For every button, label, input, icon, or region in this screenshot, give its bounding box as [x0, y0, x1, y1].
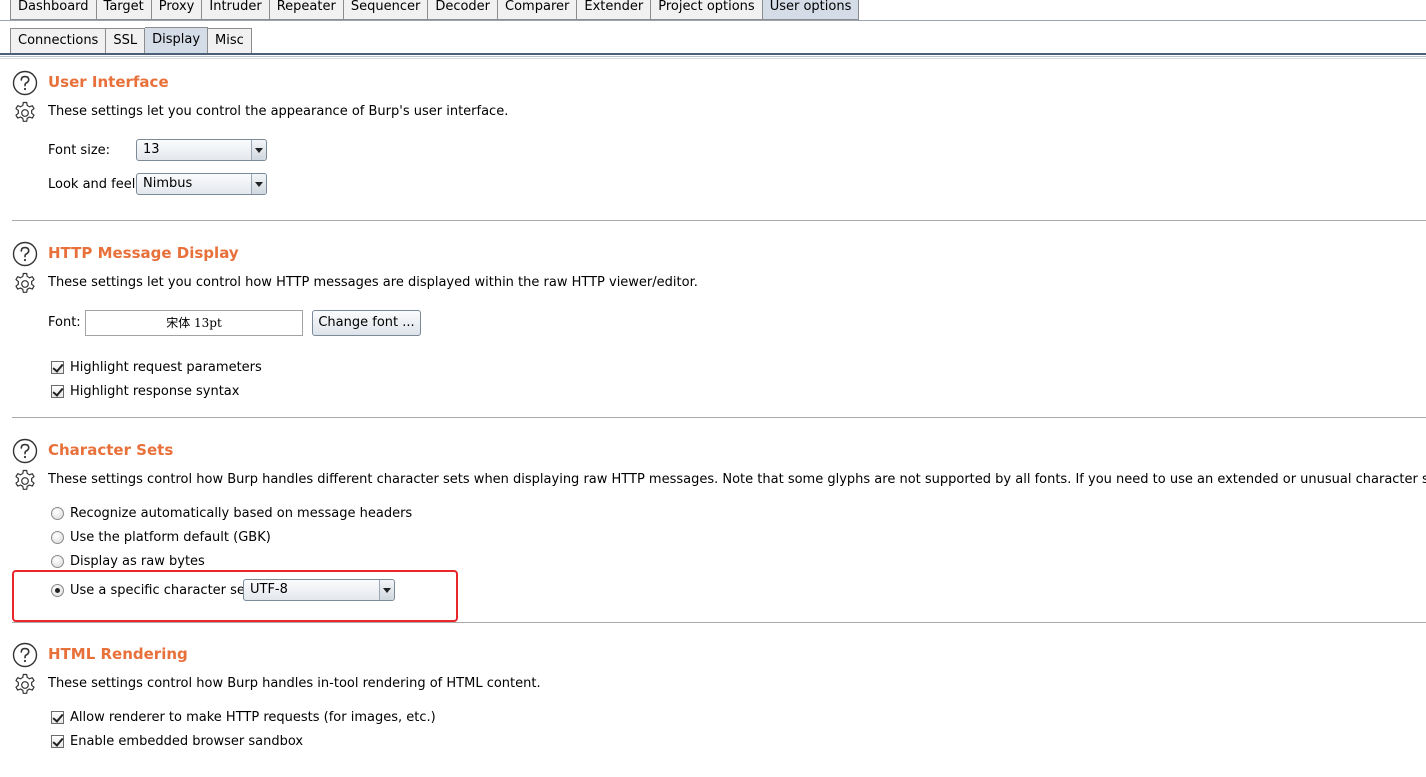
sub-tab-divider-light — [0, 56, 1426, 57]
character-sets-description: These settings control how Burp handles … — [48, 472, 1426, 487]
look-and-feel-value: Nimbus — [143, 176, 193, 191]
font-size-value: 13 — [143, 142, 160, 157]
user-interface-description: These settings let you control the appea… — [48, 104, 509, 119]
charset-raw-bytes-label[interactable]: Display as raw bytes — [70, 554, 205, 569]
browser-sandbox-checkbox[interactable] — [51, 735, 64, 748]
tab-target[interactable]: Target — [96, 0, 152, 20]
charset-raw-bytes-radio[interactable] — [51, 555, 64, 568]
http-message-display-title: HTTP Message Display — [48, 244, 239, 262]
display-settings-panel: User Interface These settings let you co… — [0, 59, 1426, 777]
tab-sequencer[interactable]: Sequencer — [343, 0, 429, 20]
charset-platform-default-label[interactable]: Use the platform default (GBK) — [70, 530, 271, 545]
charset-auto-label[interactable]: Recognize automatically based on message… — [70, 506, 412, 521]
tab-user-options[interactable]: User options — [762, 0, 860, 20]
tab-dashboard[interactable]: Dashboard — [10, 0, 97, 20]
help-icon[interactable] — [12, 241, 38, 267]
chevron-down-icon[interactable] — [251, 174, 266, 194]
highlight-request-parameters-checkbox[interactable] — [51, 361, 64, 374]
user-interface-title: User Interface — [48, 73, 169, 91]
highlight-response-syntax-label[interactable]: Highlight response syntax — [70, 384, 239, 399]
http-message-display-description: These settings let you control how HTTP … — [48, 275, 698, 290]
help-icon[interactable] — [12, 642, 38, 668]
html-rendering-description: These settings control how Burp handles … — [48, 676, 541, 691]
help-icon[interactable] — [12, 70, 38, 96]
gear-icon[interactable] — [12, 672, 38, 698]
tab-repeater[interactable]: Repeater — [269, 0, 344, 20]
font-size-select[interactable]: 13 — [136, 139, 267, 161]
tab-proxy[interactable]: Proxy — [151, 0, 203, 20]
character-sets-title: Character Sets — [48, 441, 174, 459]
tab-comparer[interactable]: Comparer — [498, 0, 578, 20]
highlight-response-syntax-checkbox[interactable] — [51, 385, 64, 398]
gear-icon[interactable] — [12, 468, 38, 494]
highlight-request-parameters-label[interactable]: Highlight request parameters — [70, 360, 262, 375]
look-and-feel-label: Look and feel: — [48, 177, 140, 192]
tab-decoder[interactable]: Decoder — [428, 0, 499, 20]
browser-sandbox-label[interactable]: Enable embedded browser sandbox — [70, 734, 303, 749]
tab-bar-divider — [0, 20, 1426, 21]
subtab-misc[interactable]: Misc — [208, 28, 252, 54]
charset-platform-default-radio[interactable] — [51, 531, 64, 544]
font-field[interactable]: 宋体 13pt — [85, 310, 303, 336]
gear-icon[interactable] — [12, 271, 38, 297]
help-icon[interactable] — [12, 438, 38, 464]
section-divider — [12, 417, 1426, 418]
burp-suite-window: Dashboard Target Proxy Intruder Repeater… — [0, 0, 1426, 777]
chevron-down-icon[interactable] — [251, 140, 266, 160]
font-label: Font: — [48, 315, 81, 330]
html-rendering-title: HTML Rendering — [48, 645, 188, 663]
subtab-connections[interactable]: Connections — [10, 28, 107, 54]
allow-renderer-requests-checkbox[interactable] — [51, 711, 64, 724]
section-divider — [12, 220, 1426, 221]
subtab-display[interactable]: Display — [145, 27, 209, 54]
allow-renderer-requests-label[interactable]: Allow renderer to make HTTP requests (fo… — [70, 710, 436, 725]
change-font-button[interactable]: Change font ... — [312, 310, 421, 336]
sub-tab-divider — [0, 53, 1426, 55]
annotation-highlight-box — [12, 570, 458, 622]
font-size-label: Font size: — [48, 143, 111, 158]
section-divider — [12, 622, 1426, 623]
subtab-ssl[interactable]: SSL — [106, 28, 146, 54]
main-tab-bar: Dashboard Target Proxy Intruder Repeater… — [0, 0, 1426, 20]
tab-extender[interactable]: Extender — [577, 0, 652, 20]
tab-project-options[interactable]: Project options — [651, 0, 763, 20]
sub-tab-bar: Connections SSL Display Misc — [10, 27, 252, 54]
look-and-feel-select[interactable]: Nimbus — [136, 173, 267, 195]
gear-icon[interactable] — [12, 100, 38, 126]
charset-auto-radio[interactable] — [51, 507, 64, 520]
tab-intruder[interactable]: Intruder — [202, 0, 270, 20]
